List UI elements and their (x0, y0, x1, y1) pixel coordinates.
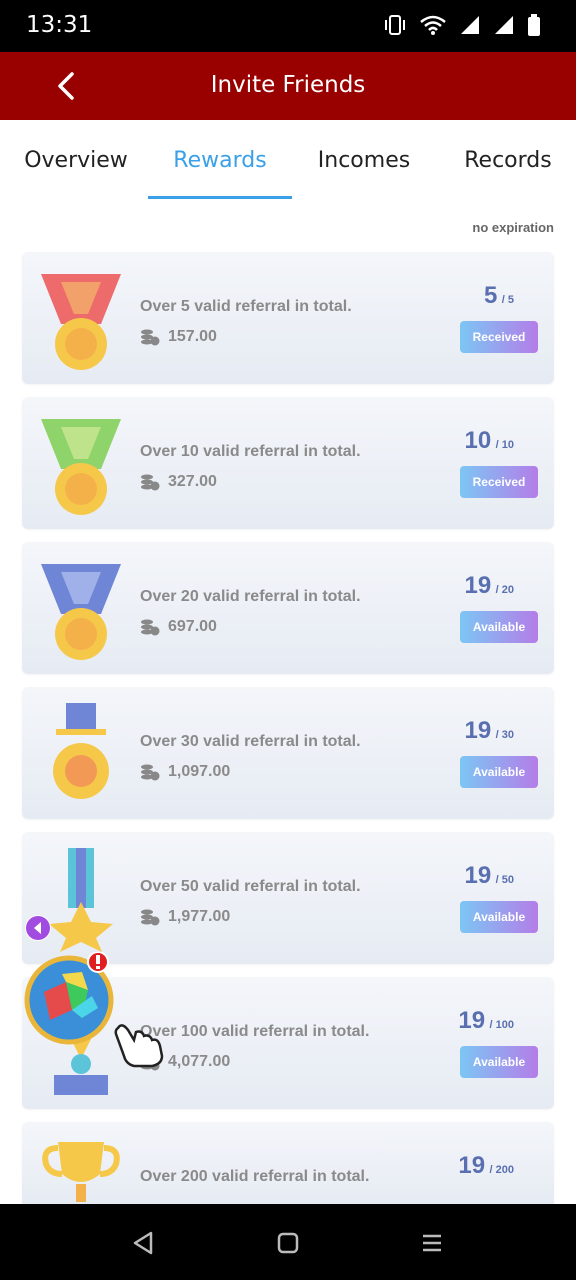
progress-current: 19 (464, 717, 492, 744)
nav-menu-button[interactable] (415, 1226, 449, 1260)
progress-total: / 100 (489, 1019, 514, 1031)
square-home-icon (277, 1232, 299, 1254)
reward-status-button[interactable]: Available (460, 611, 538, 643)
tab-records[interactable]: Records (436, 148, 576, 173)
game-box-icon[interactable] (24, 952, 118, 1046)
nav-back-button[interactable] (126, 1226, 160, 1260)
reward-amount: 157.00 (168, 328, 217, 345)
reward-status-button[interactable]: Available (460, 1046, 538, 1078)
reward-title: Over 100 valid referral in total. (140, 1023, 370, 1040)
tab-bar: Overview Rewards Incomes Records (0, 120, 576, 202)
progress-total: / 5 (501, 294, 514, 306)
progress-current: 19 (464, 572, 492, 599)
reward-amount: 4,077.00 (168, 1053, 231, 1070)
tab-overview[interactable]: Overview (4, 148, 148, 173)
page-title: Invite Friends (210, 72, 366, 98)
reward-card: Over 50 valid referral in total. 1,977.0… (22, 832, 554, 964)
progress-total: / 200 (489, 1164, 514, 1176)
active-tab-indicator (148, 196, 292, 199)
reward-amount-row: 157.00 (140, 328, 217, 346)
reward-status-button[interactable]: Available (460, 756, 538, 788)
menu-icon (423, 1234, 441, 1252)
reward-status-button[interactable]: Received (460, 466, 538, 498)
battery-icon (528, 14, 540, 36)
signal-icon (461, 16, 479, 34)
signal-icon (495, 16, 513, 34)
reward-card: Over 10 valid referral in total. 327.00 … (22, 397, 554, 529)
status-bar: 13:31 (0, 0, 576, 52)
reward-progress: 19 / 100 (458, 1007, 514, 1035)
reward-title: Over 200 valid referral in total. (140, 1168, 370, 1185)
progress-current: 19 (464, 862, 492, 889)
coins-icon (141, 619, 160, 636)
progress-total: / 30 (495, 729, 514, 741)
reward-card: Over 20 valid referral in total. 697.00 … (22, 542, 554, 674)
coins-icon (141, 329, 160, 346)
progress-total: / 10 (495, 439, 514, 451)
reward-card: Over 30 valid referral in total. 1,097.0… (22, 687, 554, 819)
progress-current: 19 (458, 1007, 486, 1034)
vibrate-icon (385, 15, 405, 35)
reward-title: Over 30 valid referral in total. (140, 733, 361, 750)
progress-current: 10 (464, 427, 492, 454)
coins-icon (141, 474, 160, 491)
status-icons (384, 14, 540, 36)
reward-progress: 19 / 30 (464, 717, 514, 745)
nav-home-button[interactable] (271, 1226, 305, 1260)
reward-amount: 697.00 (168, 618, 217, 635)
reward-progress: 19 / 50 (464, 862, 514, 890)
tab-rewards[interactable]: Rewards (148, 148, 292, 173)
arrow-left-icon (26, 916, 50, 940)
status-time: 13:31 (26, 12, 93, 38)
reward-title: Over 10 valid referral in total. (140, 443, 361, 460)
triangle-back-icon (133, 1231, 153, 1255)
progress-total: / 50 (495, 874, 514, 886)
reward-progress: 10 / 10 (464, 427, 514, 455)
progress-total: / 20 (495, 584, 514, 596)
reward-title: Over 50 valid referral in total. (140, 878, 361, 895)
progress-current: 19 (458, 1152, 486, 1179)
trophy-icon (42, 1142, 120, 1202)
system-nav-bar (0, 1204, 576, 1280)
collapse-float-button[interactable] (25, 915, 51, 941)
reward-amount-row: 1,097.00 (140, 763, 230, 781)
coins-icon (141, 909, 160, 926)
reward-amount: 1,097.00 (168, 763, 231, 780)
reward-amount-row: 697.00 (140, 618, 217, 636)
progress-current: 5 (483, 282, 498, 309)
blue-ribbon-medal-icon (41, 564, 121, 660)
reward-progress: 5 / 5 (484, 282, 514, 310)
reward-amount: 327.00 (168, 473, 217, 490)
coins-icon (141, 764, 160, 781)
wifi-icon (420, 15, 446, 35)
reward-progress: 19 / 20 (464, 572, 514, 600)
tab-incomes[interactable]: Incomes (292, 148, 436, 173)
reward-amount-row: 1,977.00 (140, 908, 230, 926)
reward-status-button[interactable]: Received (460, 321, 538, 353)
green-ribbon-medal-icon (41, 419, 121, 515)
reward-status-button[interactable]: Available (460, 901, 538, 933)
reward-card: Over 200 valid referral in total. 19 / 2… (22, 1122, 554, 1204)
reward-amount: 1,977.00 (168, 908, 231, 925)
reward-title: Over 20 valid referral in total. (140, 588, 361, 605)
reward-card: Over 5 valid referral in total. 157.00 5… (22, 252, 554, 384)
red-ribbon-medal-icon (41, 274, 121, 370)
pointing-hand-icon (114, 1024, 164, 1068)
reward-progress: 19 / 200 (458, 1152, 514, 1180)
reward-amount-row: 327.00 (140, 473, 217, 491)
hanging-medal-icon (53, 703, 109, 799)
reward-title: Over 5 valid referral in total. (140, 298, 352, 315)
app-header: Invite Friends (0, 52, 576, 120)
expiry-note: no expiration (472, 220, 554, 235)
